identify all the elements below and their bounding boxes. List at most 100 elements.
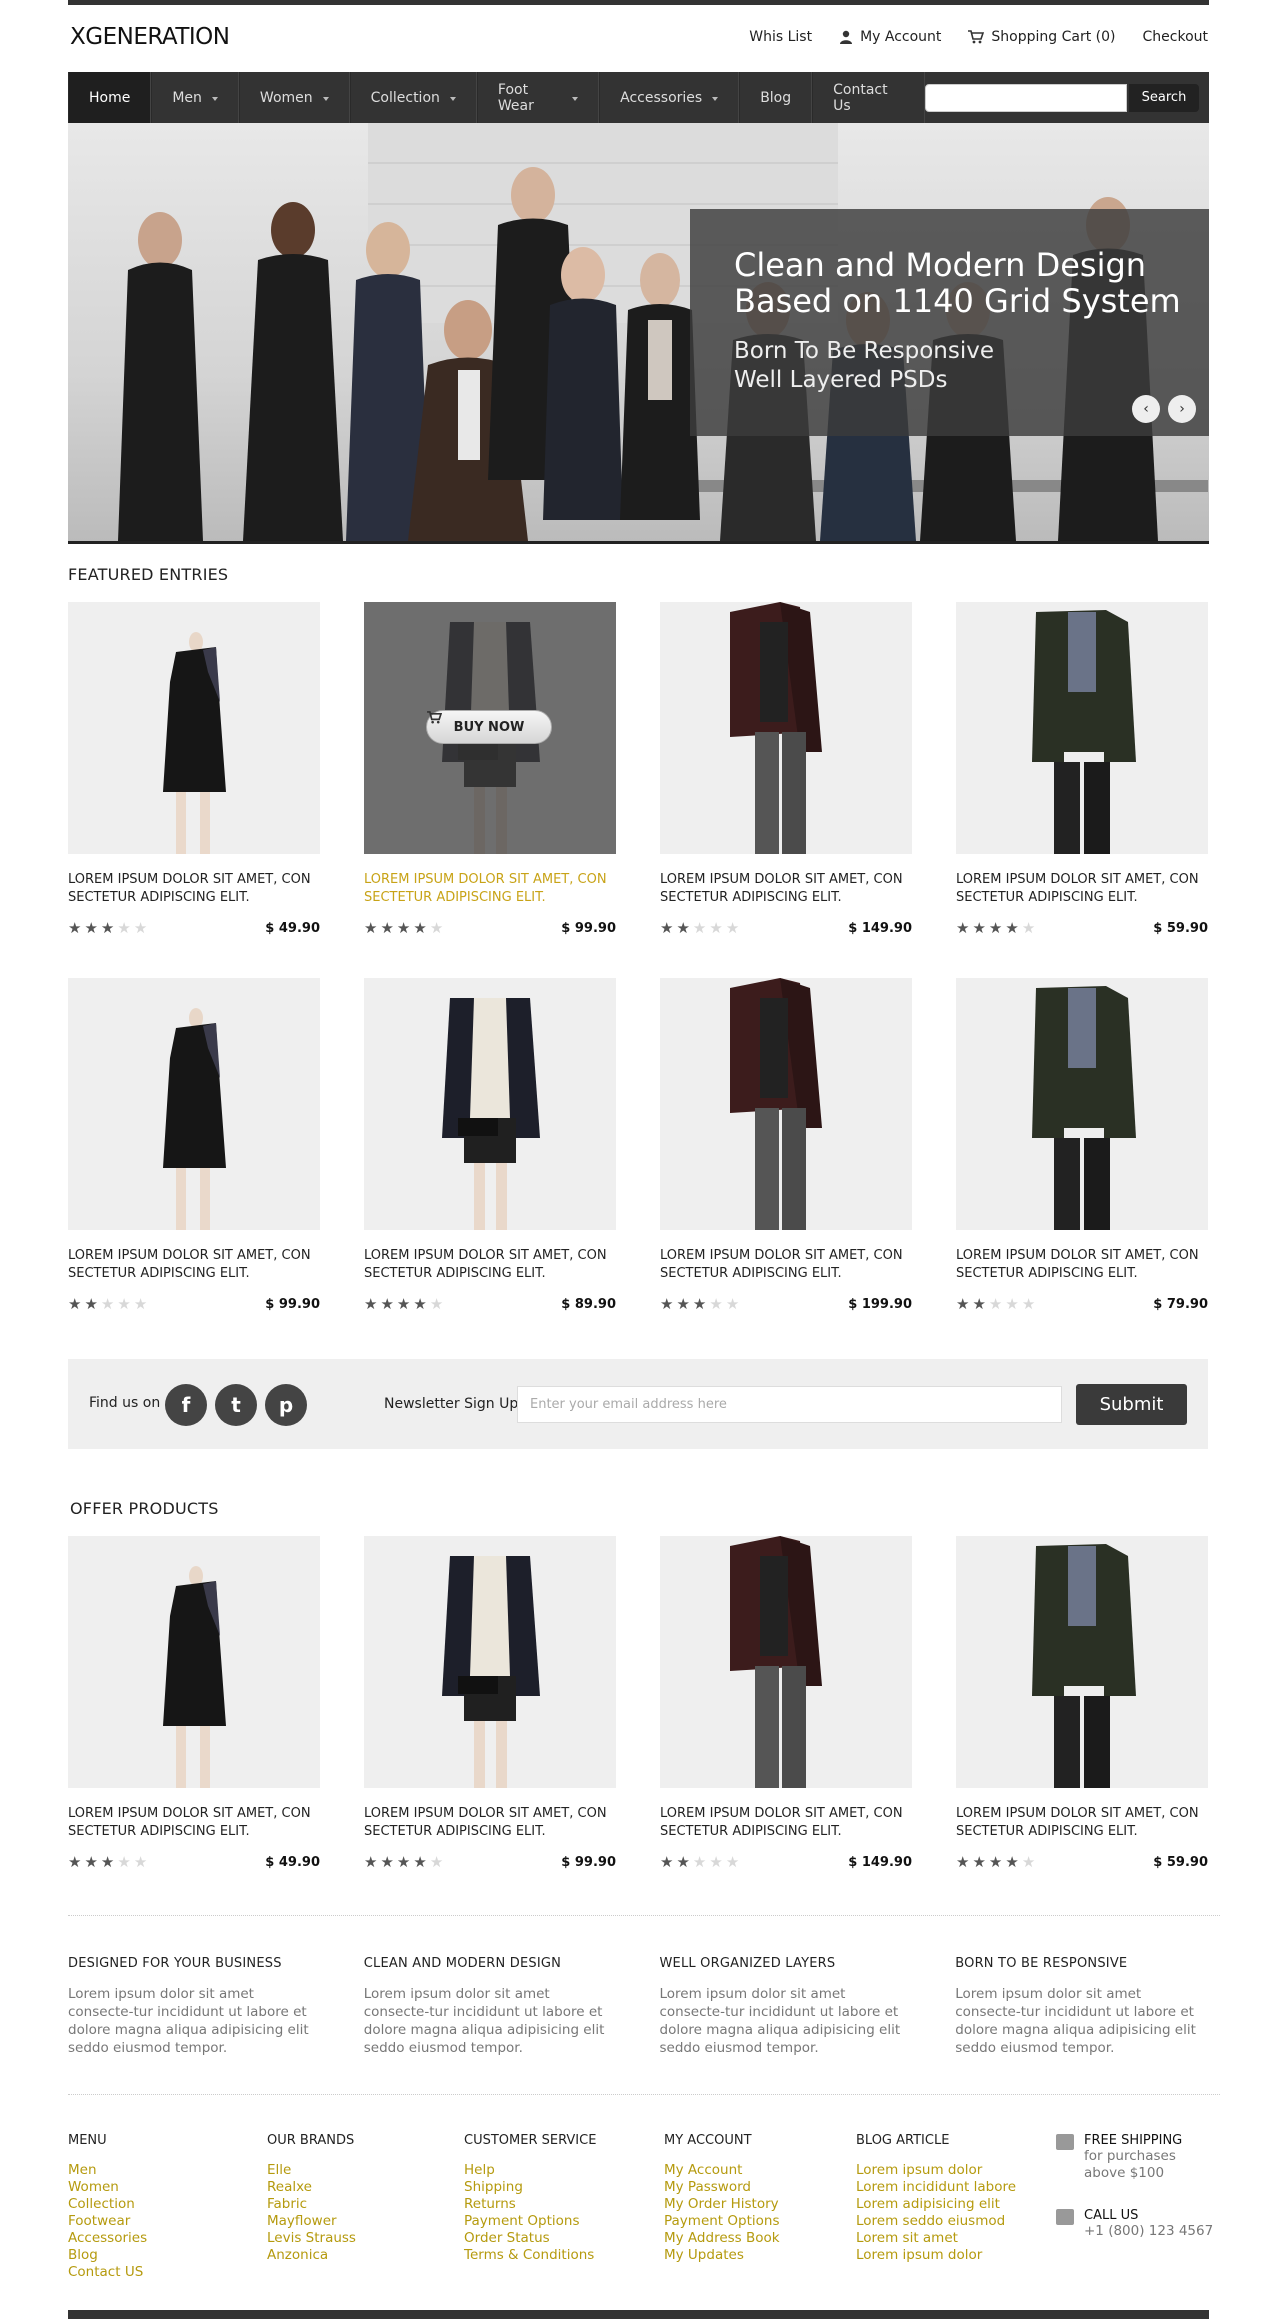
footer-link[interactable]: Help <box>464 2162 596 2179</box>
product-thumbnail[interactable]: BUY NOW <box>364 602 616 854</box>
footer-link[interactable]: Levis Strauss <box>267 2230 356 2247</box>
footer-link[interactable]: Anzonica <box>267 2247 356 2264</box>
shopping-cart-link[interactable]: Shopping Cart (0) <box>968 29 1116 45</box>
nav-footwear[interactable]: Foot Wear <box>476 72 600 123</box>
product-card[interactable]: LOREM IPSUM DOLOR SIT AMET, CON SECTETUR… <box>956 978 1208 1312</box>
footer-link[interactable]: Payment Options <box>464 2213 596 2230</box>
feature-block: DESIGNED FOR YOUR BUSINESS Lorem ipsum do… <box>68 1956 322 2057</box>
footer-link[interactable]: Lorem ipsum dolor <box>856 2247 1016 2264</box>
search-input[interactable] <box>925 83 1127 112</box>
product-title[interactable]: LOREM IPSUM DOLOR SIT AMET, CON SECTETUR… <box>364 1247 616 1283</box>
star-icon: ★ <box>692 919 707 937</box>
footer-link[interactable]: My Password <box>664 2179 780 2196</box>
star-icon: ★ <box>725 1853 740 1871</box>
product-thumbnail[interactable] <box>660 1536 912 1788</box>
footer-link[interactable]: Collection <box>68 2196 147 2213</box>
product-thumbnail[interactable] <box>660 602 912 854</box>
footer-link[interactable]: Men <box>68 2162 147 2179</box>
footer-link[interactable]: Elle <box>267 2162 356 2179</box>
product-card[interactable]: LOREM IPSUM DOLOR SIT AMET, CON SECTETUR… <box>956 1536 1208 1870</box>
product-title[interactable]: LOREM IPSUM DOLOR SIT AMET, CON SECTETUR… <box>956 1247 1208 1283</box>
footer-link[interactable]: Women <box>68 2179 147 2196</box>
product-thumbnail[interactable] <box>956 1536 1208 1788</box>
star-icon: ★ <box>100 1295 115 1313</box>
slider-prev-button[interactable]: ‹ <box>1132 395 1160 423</box>
product-card[interactable]: LOREM IPSUM DOLOR SIT AMET, CON SECTETUR… <box>660 602 912 936</box>
facebook-icon[interactable]: f <box>165 1384 207 1426</box>
footer-link[interactable]: Footwear <box>68 2213 147 2230</box>
footer-link[interactable]: Blog <box>68 2247 147 2264</box>
product-meta: ★ ★ ★ ★ ★ $ 59.90 <box>956 921 1208 937</box>
footer-link[interactable]: Contact US <box>68 2264 147 2281</box>
product-card[interactable]: LOREM IPSUM DOLOR SIT AMET, CON SECTETUR… <box>68 602 320 936</box>
leather-product-image <box>730 602 822 854</box>
product-thumbnail[interactable] <box>68 978 320 1230</box>
product-title[interactable]: LOREM IPSUM DOLOR SIT AMET, CON SECTETUR… <box>68 871 320 907</box>
product-thumbnail[interactable] <box>956 602 1208 854</box>
product-card[interactable]: BUY NOW LOREM IPSUM DOLOR SIT AMET, CON S… <box>364 602 616 936</box>
product-title[interactable]: LOREM IPSUM DOLOR SIT AMET, CON SECTETUR… <box>364 871 616 907</box>
footer-link[interactable]: My Order History <box>664 2196 780 2213</box>
checkout-label: Checkout <box>1142 29 1209 45</box>
footer-link[interactable]: My Updates <box>664 2247 780 2264</box>
product-title[interactable]: LOREM IPSUM DOLOR SIT AMET, CON SECTETUR… <box>660 871 912 907</box>
product-thumbnail[interactable] <box>68 602 320 854</box>
product-thumbnail[interactable] <box>68 1536 320 1788</box>
jacket-product-image <box>1032 610 1136 854</box>
newsletter-submit-button[interactable]: Submit <box>1076 1384 1187 1425</box>
jacket-product-image <box>1032 1544 1136 1788</box>
product-title[interactable]: LOREM IPSUM DOLOR SIT AMET, CON SECTETUR… <box>68 1247 320 1283</box>
product-title[interactable]: LOREM IPSUM DOLOR SIT AMET, CON SECTETUR… <box>956 1805 1208 1841</box>
buy-now-button[interactable]: BUY NOW <box>426 710 552 744</box>
top-border <box>68 0 1209 5</box>
product-card[interactable]: LOREM IPSUM DOLOR SIT AMET, CON SECTETUR… <box>956 602 1208 936</box>
footer-link[interactable]: My Address Book <box>664 2230 780 2247</box>
footer-link[interactable]: Lorem adipisicing elit <box>856 2196 1016 2213</box>
product-card[interactable]: LOREM IPSUM DOLOR SIT AMET, CON SECTETUR… <box>660 978 912 1312</box>
product-card[interactable]: LOREM IPSUM DOLOR SIT AMET, CON SECTETUR… <box>68 978 320 1312</box>
footer-link[interactable]: My Account <box>664 2162 780 2179</box>
product-thumbnail[interactable] <box>364 1536 616 1788</box>
footer-link[interactable]: Terms & Conditions <box>464 2247 596 2264</box>
footer-link[interactable]: Lorem seddo eiusmod <box>856 2213 1016 2230</box>
footer-link[interactable]: Mayflower <box>267 2213 356 2230</box>
twitter-icon[interactable]: t <box>215 1384 257 1426</box>
nav-collection[interactable]: Collection <box>349 72 477 123</box>
nav-accessories[interactable]: Accessories <box>599 72 740 123</box>
product-title[interactable]: LOREM IPSUM DOLOR SIT AMET, CON SECTETUR… <box>364 1805 616 1841</box>
nav-home[interactable]: Home <box>68 72 152 123</box>
search-button[interactable]: Search <box>1129 83 1199 112</box>
nav-contact-us[interactable]: Contact Us <box>812 72 925 123</box>
product-thumbnail[interactable] <box>660 978 912 1230</box>
product-thumbnail[interactable] <box>364 978 616 1230</box>
checkout-link[interactable]: Checkout <box>1143 29 1209 45</box>
footer-link[interactable]: Lorem incididunt labore <box>856 2179 1016 2196</box>
product-thumbnail[interactable] <box>956 978 1208 1230</box>
footer-link[interactable]: Shipping <box>464 2179 596 2196</box>
product-title[interactable]: LOREM IPSUM DOLOR SIT AMET, CON SECTETUR… <box>660 1247 912 1283</box>
footer-link[interactable]: Lorem ipsum dolor <box>856 2162 1016 2179</box>
product-title[interactable]: LOREM IPSUM DOLOR SIT AMET, CON SECTETUR… <box>68 1805 320 1841</box>
product-card[interactable]: LOREM IPSUM DOLOR SIT AMET, CON SECTETUR… <box>660 1536 912 1870</box>
footer-link[interactable]: Payment Options <box>664 2213 780 2230</box>
product-title[interactable]: LOREM IPSUM DOLOR SIT AMET, CON SECTETUR… <box>660 1805 912 1841</box>
footer-link[interactable]: Lorem sit amet <box>856 2230 1016 2247</box>
product-card[interactable]: LOREM IPSUM DOLOR SIT AMET, CON SECTETUR… <box>364 1536 616 1870</box>
product-card[interactable]: LOREM IPSUM DOLOR SIT AMET, CON SECTETUR… <box>68 1536 320 1870</box>
wishlist-link[interactable]: Whis List <box>749 29 812 45</box>
footer-link[interactable]: Accessories <box>68 2230 147 2247</box>
pinterest-icon[interactable]: p <box>265 1384 307 1426</box>
my-account-link[interactable]: My Account <box>839 29 941 45</box>
slider-next-button[interactable]: › <box>1168 395 1196 423</box>
site-logo[interactable]: XGENERATION <box>70 24 230 50</box>
footer-link[interactable]: Order Status <box>464 2230 596 2247</box>
footer-link[interactable]: Returns <box>464 2196 596 2213</box>
newsletter-email-input[interactable] <box>517 1386 1062 1423</box>
nav-women[interactable]: Women <box>238 72 350 123</box>
footer-link[interactable]: Fabric <box>267 2196 356 2213</box>
footer-link[interactable]: Realxe <box>267 2179 356 2196</box>
nav-blog[interactable]: Blog <box>739 72 813 123</box>
product-title[interactable]: LOREM IPSUM DOLOR SIT AMET, CON SECTETUR… <box>956 871 1208 907</box>
product-card[interactable]: LOREM IPSUM DOLOR SIT AMET, CON SECTETUR… <box>364 978 616 1312</box>
nav-men[interactable]: Men <box>151 72 239 123</box>
